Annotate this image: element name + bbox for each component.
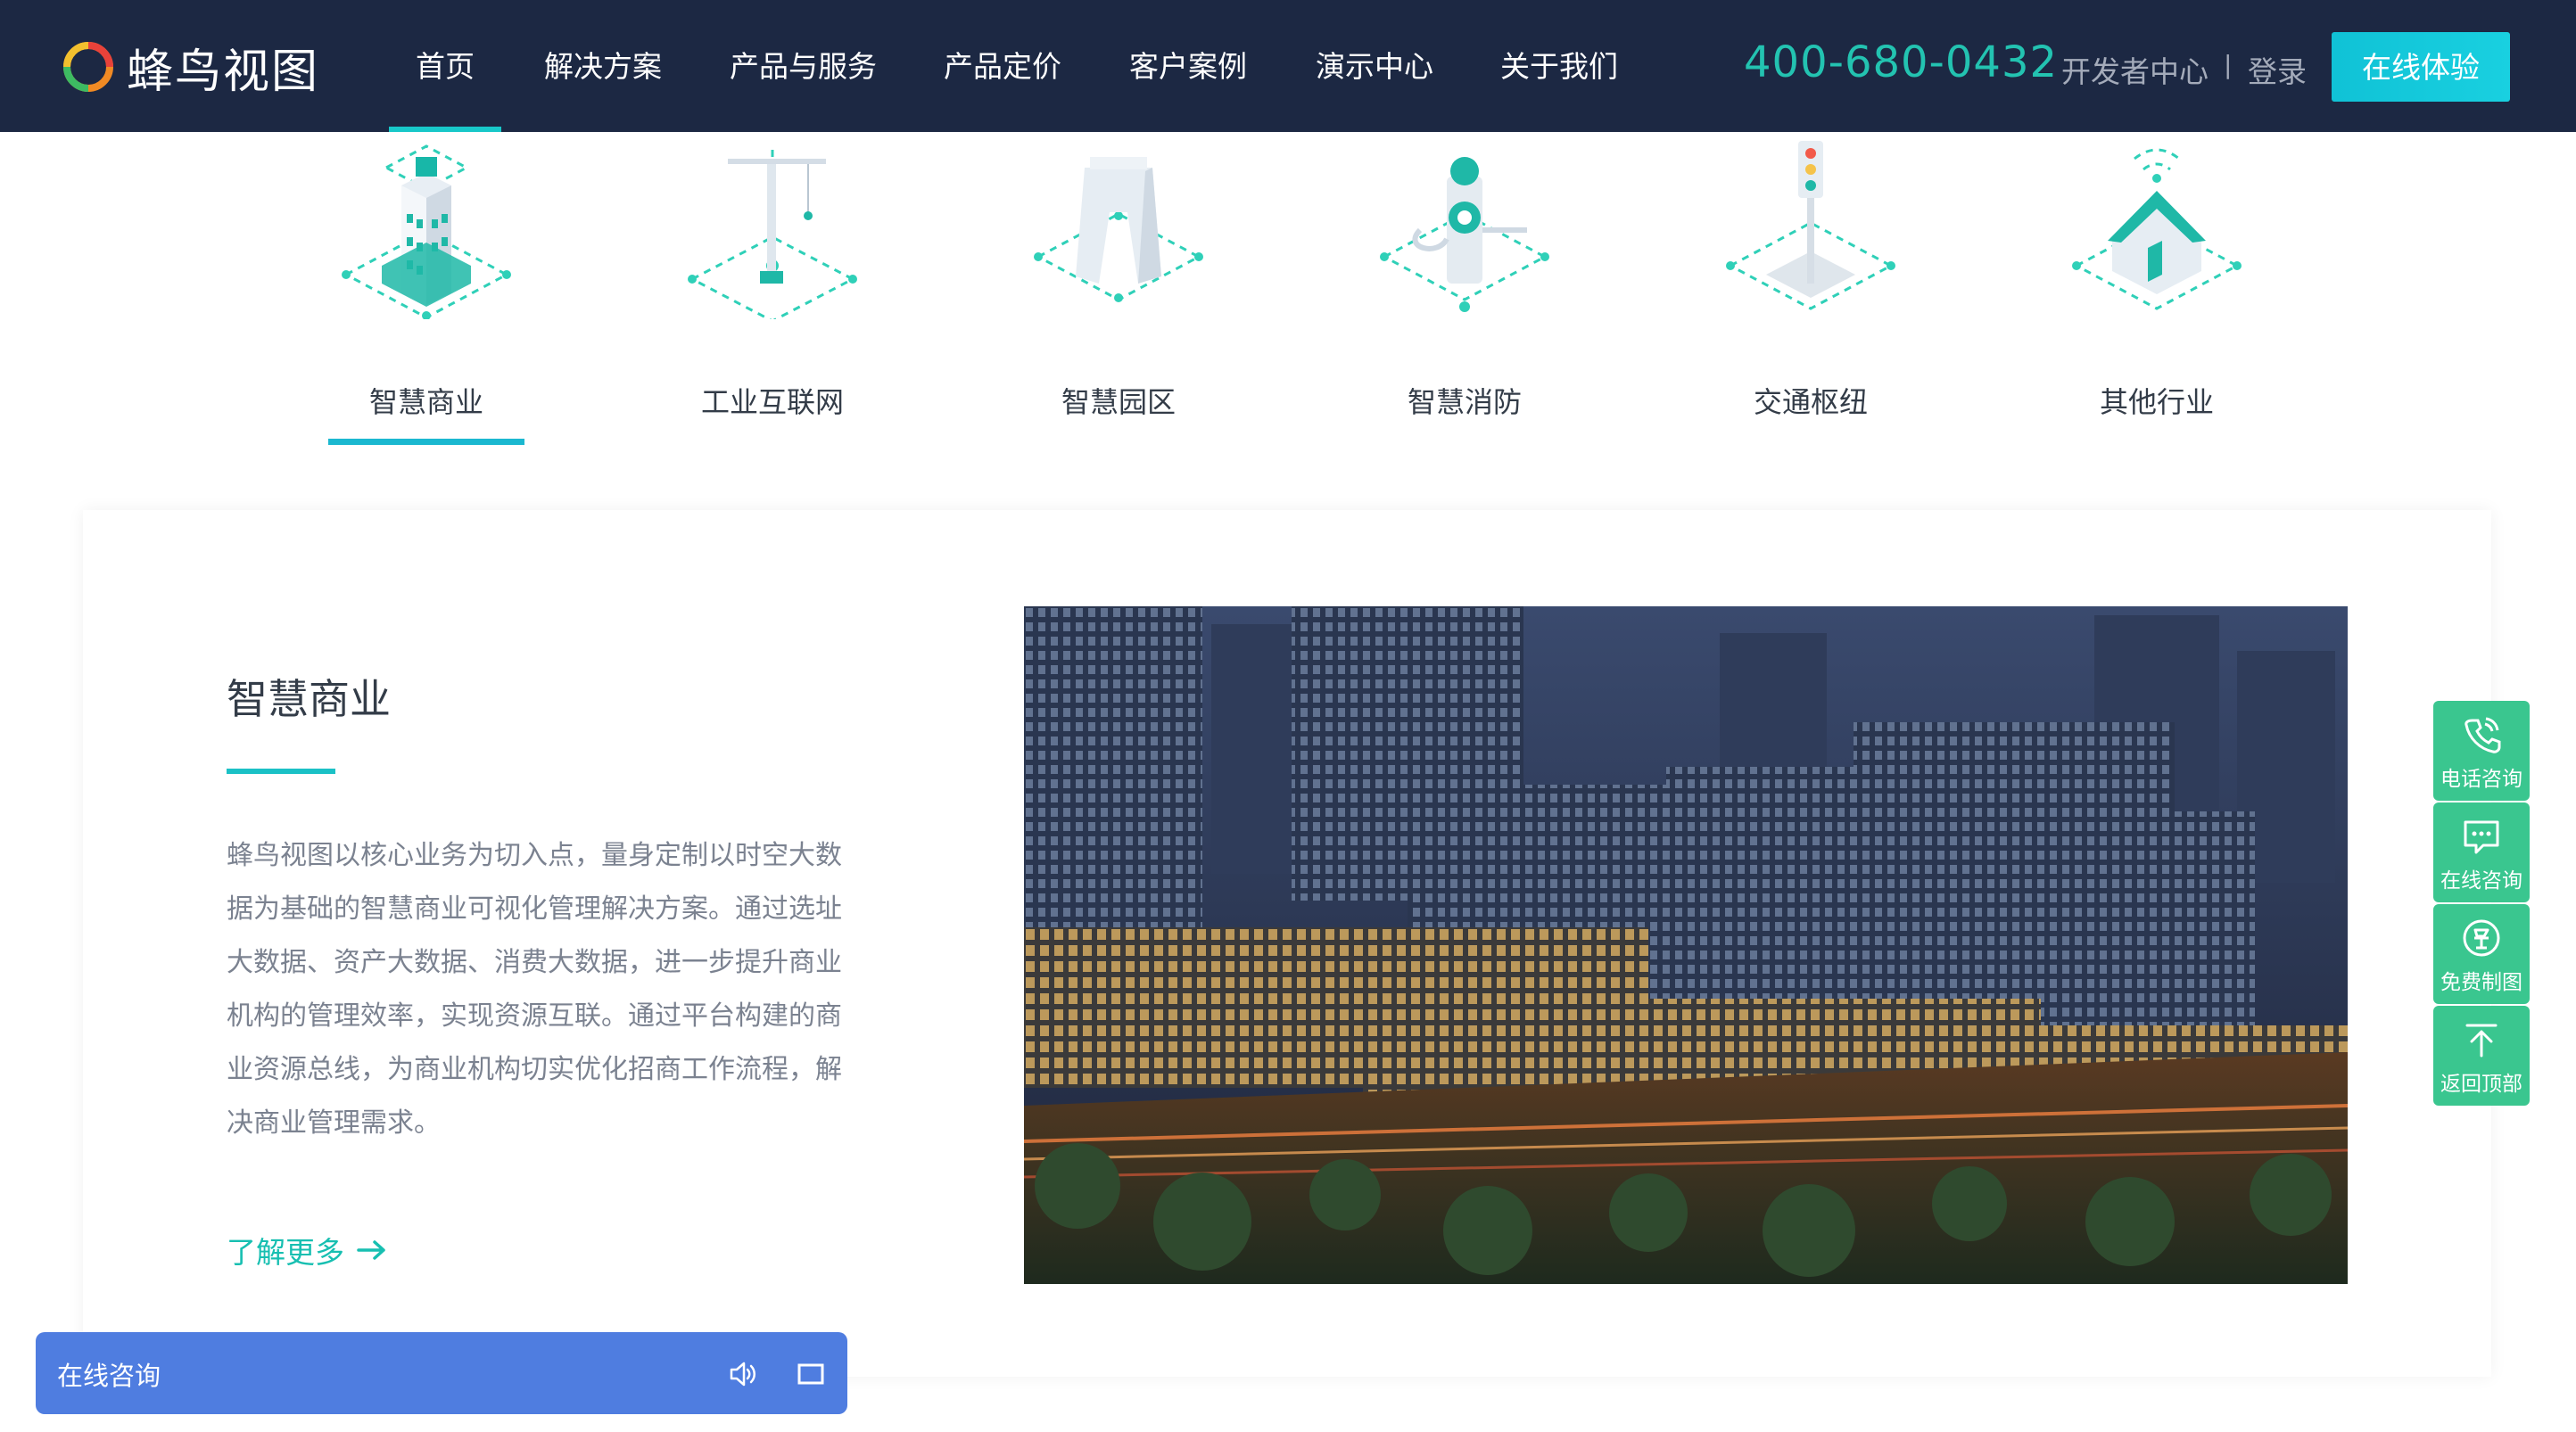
industry-tab-smart-fire[interactable]: 智慧消防 xyxy=(1349,132,1581,453)
learn-more-label: 了解更多 xyxy=(227,1235,344,1270)
industry-tab-smart-park[interactable]: 智慧园区 xyxy=(1003,132,1234,453)
back-to-top-button[interactable]: 返回顶部 xyxy=(2433,1006,2530,1106)
industry-label: 交通枢纽 xyxy=(1753,385,1868,419)
industry-label: 工业互联网 xyxy=(700,385,844,419)
description-line: 蜂鸟视图以核心业务为切入点，量身定制以时空大数 xyxy=(227,840,842,871)
active-tab-underline xyxy=(328,439,524,445)
logo[interactable]: 蜂鸟视图 xyxy=(62,36,320,99)
title-accent-bar xyxy=(227,769,335,774)
back-to-top-icon xyxy=(2465,1024,2498,1058)
hotline-number: 400-680-0432 xyxy=(1744,37,2059,87)
free-mapping-button[interactable]: 免费制图 xyxy=(2433,904,2530,1004)
nav-pricing[interactable]: 产品定价 xyxy=(944,0,1061,132)
industry-tab-smart-business[interactable]: 智慧商业 xyxy=(310,132,542,453)
traffic-light-icon xyxy=(1726,141,1895,310)
speaker-icon[interactable] xyxy=(728,1359,758,1389)
office-building-icon xyxy=(342,144,511,319)
tool-label: 电话咨询 xyxy=(2440,768,2522,791)
description-line: 决商业管理需求。 xyxy=(227,1107,441,1139)
arrow-right-icon xyxy=(357,1240,385,1260)
chat-bar-label: 在线咨询 xyxy=(57,1361,161,1391)
tool-label: 在线咨询 xyxy=(2440,869,2522,893)
smart-home-icon xyxy=(2072,148,2242,310)
tower-crane-icon xyxy=(688,150,857,319)
industry-tab-transport-hub[interactable]: 交通枢纽 xyxy=(1695,132,1927,453)
tool-label: 免费制图 xyxy=(2440,971,2522,994)
nav-about-us[interactable]: 关于我们 xyxy=(1500,0,1618,132)
description-line: 机构的管理效率，实现资源互联。通过平台构建的商 xyxy=(227,1000,842,1032)
logo-icon xyxy=(63,42,113,92)
tool-label: 返回顶部 xyxy=(2440,1073,2522,1096)
online-chat-bar[interactable]: 在线咨询 xyxy=(36,1332,847,1414)
logo-text: 蜂鸟视图 xyxy=(127,45,320,99)
solution-title: 智慧商业 xyxy=(227,675,391,723)
commercial-district-photo xyxy=(1024,606,2348,1284)
description-line: 据为基础的智慧商业可视化管理解决方案。通过选址 xyxy=(227,893,842,925)
maximize-icon[interactable] xyxy=(796,1359,826,1389)
developer-center-link[interactable]: 开发者中心 xyxy=(2061,48,2209,91)
phone-icon xyxy=(2465,717,2501,753)
login-link[interactable]: 登录 xyxy=(2248,48,2307,91)
industry-label: 智慧商业 xyxy=(368,385,483,419)
online-trial-button[interactable]: 在线体验 xyxy=(2332,32,2510,102)
nav-products-services[interactable]: 产品与服务 xyxy=(730,0,877,132)
description-line: 业资源总线，为商业机构切实优化招商工作流程，解 xyxy=(227,1054,842,1085)
industry-tab-industrial-internet[interactable]: 工业互联网 xyxy=(656,132,888,453)
industry-label: 智慧园区 xyxy=(1061,385,1176,419)
solution-description: 蜂鸟视图以核心业务为切入点，量身定制以时空大数 据为基础的智慧商业可视化管理解决… xyxy=(227,829,851,1150)
learn-more-link[interactable]: 了解更多 xyxy=(227,1229,387,1272)
nav-home[interactable]: 首页 xyxy=(389,0,501,132)
nav-demo-center[interactable]: 演示中心 xyxy=(1316,0,1433,132)
chat-bubble-icon xyxy=(2464,820,2499,854)
online-consult-button[interactable]: 在线咨询 xyxy=(2433,802,2530,902)
description-line: 大数据、资产大数据、消费大数据，进一步提升商业 xyxy=(227,947,842,978)
industry-label: 智慧消防 xyxy=(1407,385,1522,419)
park-gate-icon xyxy=(1034,157,1203,302)
industry-tab-other[interactable]: 其他行业 xyxy=(2041,132,2273,453)
nav-customer-cases[interactable]: 客户案例 xyxy=(1129,0,1247,132)
fire-hydrant-icon xyxy=(1380,157,1549,312)
nav-solutions[interactable]: 解决方案 xyxy=(544,0,662,132)
city-night-image xyxy=(1024,606,2348,1284)
phone-consult-button[interactable]: 电话咨询 xyxy=(2433,701,2530,801)
free-badge-icon xyxy=(2463,919,2500,957)
top-navigation-bar: 蜂鸟视图 首页 解决方案 产品与服务 产品定价 客户案例 演示中心 关于我们 4… xyxy=(0,0,2576,132)
industry-label: 其他行业 xyxy=(2099,385,2214,419)
header-separator: | xyxy=(2224,50,2233,79)
